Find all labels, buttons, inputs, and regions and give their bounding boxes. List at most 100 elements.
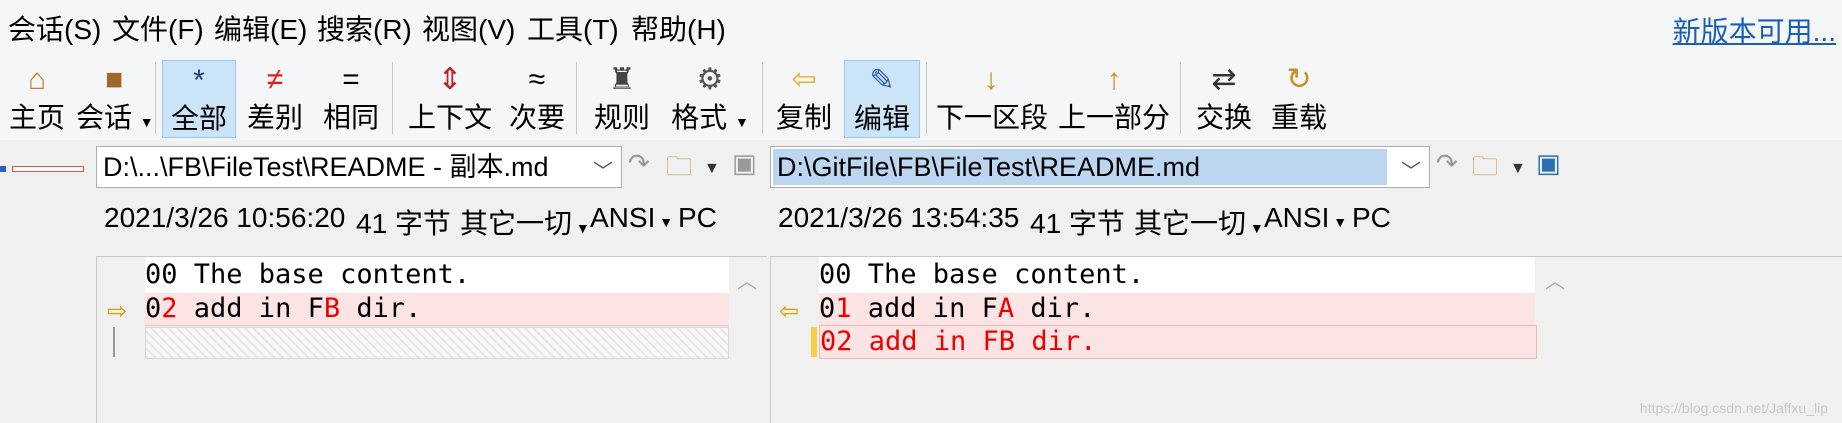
rules-button[interactable]: ♜ 规则 (590, 60, 654, 138)
arrow-left-icon: ⇦ (791, 63, 817, 96)
right-date: 2021/3/26 13:54:35 (778, 202, 1020, 233)
scroll-up-icon[interactable]: ︿ (1545, 265, 1565, 294)
prev-section-label: 上一部分 (1058, 102, 1171, 133)
menu-view[interactable]: 视图(V) (422, 8, 515, 48)
menu-search[interactable]: 搜索(R) (317, 8, 412, 48)
menu-tools[interactable]: 工具(T) (527, 8, 619, 48)
right-charset[interactable]: ANSI ▼ (1264, 202, 1347, 234)
edit-label: 编辑 (853, 103, 910, 134)
right-line-0-text: 00 The base content. (819, 259, 1145, 290)
show-same-label: 相同 (322, 102, 379, 133)
left-size: 41 字节 (356, 208, 451, 239)
menu-file[interactable]: 文件(F) (112, 8, 204, 48)
show-diffs-button[interactable]: ≠ 差别 (242, 60, 308, 138)
watermark: https://blog.csdn.net/Jaffxu_lip (1639, 400, 1828, 416)
left-refresh-icon[interactable]: ↷ (628, 148, 650, 179)
swap-button[interactable]: ⇄ 交换 (1192, 60, 1256, 138)
right-path-field[interactable]: D:\GitFile\FB\FileTest\README.md ﹀ (770, 146, 1430, 188)
chevron-down-icon: ▼ (1246, 220, 1264, 236)
left-open-folder-icon[interactable]: 🗀 (666, 148, 692, 192)
chevron-down-icon[interactable]: ▼ (735, 114, 749, 130)
left-line-1-text: 02 add in FB dir. (145, 293, 422, 324)
toolbar-divider (392, 62, 393, 134)
show-all-label: 全部 (170, 103, 227, 134)
copy-button[interactable]: ⇦ 复制 (772, 60, 836, 138)
left-diff-pane[interactable]: 00 The base content. ⇨ 02 add in FB dir.… (96, 256, 767, 423)
context-button[interactable]: ⇕ 上下文 (404, 60, 496, 138)
minor-label: 次要 (508, 102, 565, 133)
show-all-button[interactable]: * 全部 (162, 60, 236, 138)
copy-label: 复制 (775, 102, 832, 133)
right-eol[interactable]: PC (1352, 202, 1391, 234)
chevron-down-icon[interactable]: ﹀ (593, 155, 613, 184)
reload-button[interactable]: ↻ 重载 (1266, 60, 1332, 138)
chevron-down-icon[interactable]: ▼ (140, 114, 154, 130)
right-encoding-type[interactable]: 其它一切 ▼ (1134, 202, 1264, 242)
left-path-text[interactable]: D:\...\FB\FileTest\README - 副本.md (99, 149, 553, 185)
chevron-down-icon[interactable]: ▼ (704, 160, 720, 178)
arrow-right-icon[interactable]: ⇨ (107, 297, 127, 326)
toolbar: ⌂ 主页 ■ 会话 ▼ * 全部 ≠ 差别 = 相同 ⇕ 上下文 ≈ 次要 ♜ … (0, 58, 1842, 140)
change-marker (811, 327, 817, 357)
session-button[interactable]: ■ 会话 ▼ (76, 60, 154, 138)
reload-label: 重载 (1270, 102, 1327, 133)
left-save-icon[interactable]: ▣ (732, 148, 757, 179)
edit-button[interactable]: ✎ 编辑 (844, 60, 920, 138)
approx-icon: ≈ (528, 63, 546, 96)
right-line-2[interactable]: 02 add in FB dir. (819, 325, 1537, 359)
minor-button[interactable]: ≈ 次要 (506, 60, 568, 138)
left-eol[interactable]: PC (678, 202, 717, 234)
toolbar-divider (762, 62, 763, 134)
left-placeholder-line (145, 327, 729, 359)
menu-bar: 会话(S) 文件(F) 编辑(E) 搜索(R) 视图(V) 工具(T) 帮助(H… (0, 0, 1842, 58)
not-equal-icon: ≠ (266, 63, 284, 96)
menu-edit[interactable]: 编辑(E) (214, 8, 307, 48)
briefcase-icon: ■ (104, 63, 124, 96)
right-refresh-icon[interactable]: ↷ (1436, 148, 1458, 179)
left-path-field[interactable]: D:\...\FB\FileTest\README - 副本.md ﹀ (96, 146, 622, 188)
right-diff-pane[interactable]: 00 The base content. ⇦ 01 add in FA dir.… (770, 256, 1842, 423)
right-size: 41 字节 (1030, 208, 1125, 239)
right-open-folder-icon[interactable]: 🗀 (1472, 148, 1498, 192)
swap-icon: ⇄ (1211, 63, 1237, 96)
gap-connector (113, 327, 115, 357)
left-line-0[interactable]: 00 The base content. (145, 257, 729, 293)
referee-icon: ♜ (608, 63, 636, 96)
home-icon: ⌂ (27, 63, 47, 96)
prev-section-button[interactable]: ↑ 上一部分 (1058, 60, 1170, 138)
menu-help[interactable]: 帮助(H) (631, 8, 726, 48)
chevron-down-icon[interactable]: ﹀ (1401, 155, 1421, 184)
scroll-up-icon[interactable]: ︿ (737, 265, 757, 294)
show-same-button[interactable]: = 相同 (318, 60, 384, 138)
chevron-down-icon: ▼ (655, 214, 674, 230)
swap-label: 交换 (1195, 102, 1252, 133)
toolbar-divider (576, 62, 577, 134)
left-date: 2021/3/26 10:56:20 (104, 202, 346, 233)
right-save-icon[interactable]: ▣ (1536, 148, 1561, 179)
format-gear-icon: ⚙ (696, 63, 724, 96)
equal-icon: = (342, 63, 360, 96)
arrow-left-icon[interactable]: ⇦ (779, 297, 799, 326)
arrow-down-icon: ↓ (983, 63, 999, 96)
left-charset[interactable]: ANSI ▼ (590, 202, 673, 234)
left-line-1[interactable]: 02 add in FB dir. (145, 293, 729, 326)
next-section-button[interactable]: ↓ 下一区段 (936, 60, 1048, 138)
menu-session[interactable]: 会话(S) (8, 8, 101, 48)
right-line-0[interactable]: 00 The base content. (819, 257, 1535, 293)
format-label: 格式 ▼ (671, 102, 749, 133)
left-line-0-text: 00 The base content. (145, 259, 471, 290)
right-path-text[interactable]: D:\GitFile\FB\FileTest\README.md (773, 149, 1387, 185)
chevron-down-icon: ▼ (572, 220, 590, 236)
toolbar-divider (155, 62, 156, 134)
asterisk-icon: * (193, 64, 205, 97)
context-icon: ⇕ (437, 63, 463, 96)
chevron-down-icon[interactable]: ▼ (1510, 160, 1526, 178)
overview-bar[interactable] (12, 166, 84, 172)
left-encoding-type[interactable]: 其它一切 ▼ (460, 202, 590, 242)
new-version-link[interactable]: 新版本可用... (1673, 10, 1836, 50)
show-diffs-label: 差别 (246, 102, 303, 133)
right-line-1[interactable]: 01 add in FA dir. (819, 293, 1535, 326)
right-line-2-text: 02 add in FB dir. (820, 326, 1097, 357)
home-button[interactable]: ⌂ 主页 (6, 60, 68, 138)
format-button[interactable]: ⚙ 格式 ▼ (666, 60, 754, 138)
